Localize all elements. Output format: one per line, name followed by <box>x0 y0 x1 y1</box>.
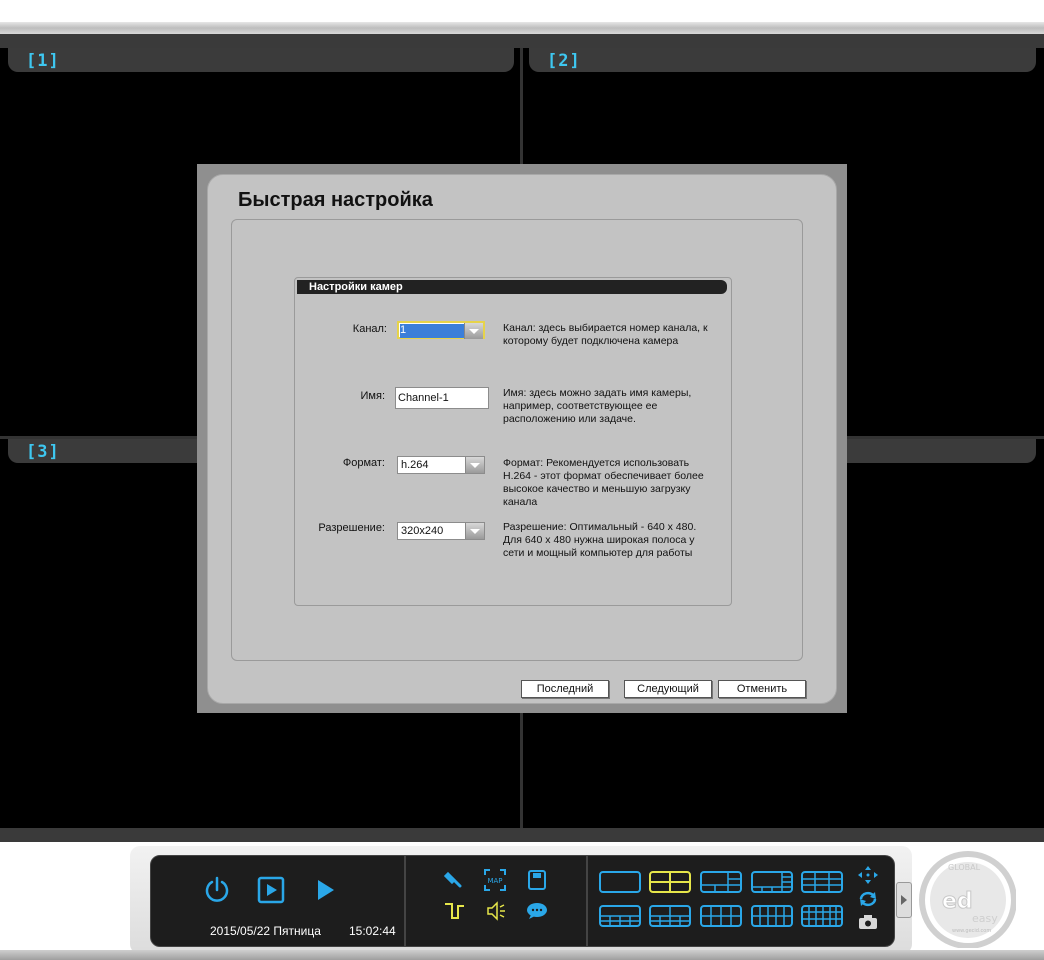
top-bar <box>0 0 1044 22</box>
layout-4x4-icon[interactable] <box>700 905 742 927</box>
camera-label: [1] <box>26 51 60 71</box>
snapshot-icon[interactable] <box>858 914 878 930</box>
resolution-value: 320x240 <box>401 525 444 537</box>
io-pulse-icon[interactable] <box>444 900 466 922</box>
speaker-icon[interactable] <box>486 901 506 921</box>
toolbar-layout-panel <box>587 855 895 947</box>
dialog-body: Быстрая настройка Настройки камер Канал:… <box>207 174 837 704</box>
grid-top-strip <box>0 34 1044 48</box>
camera-label: [2] <box>547 51 581 71</box>
playback-icon[interactable] <box>257 876 285 904</box>
bottom-bar <box>0 950 1044 960</box>
chevron-down-icon[interactable] <box>464 323 483 339</box>
power-icon[interactable] <box>203 876 231 904</box>
next-button[interactable]: Следующий <box>624 680 712 698</box>
layout-2plus8-icon[interactable] <box>649 905 691 927</box>
format-label: Формат: <box>342 457 385 469</box>
dialog-content-panel: Настройки камер Канал: 1 Канал: здесь вы… <box>231 219 803 661</box>
cycle-icon[interactable] <box>858 890 878 908</box>
layout-2x2-icon[interactable] <box>649 871 691 893</box>
channel-description: Канал: здесь выбирается номер канала, к … <box>503 322 708 347</box>
dialog-title: Быстрая настройка <box>238 189 433 211</box>
watermark-logo: GLOBAL ed easy www.gecid.com <box>919 851 1016 948</box>
channel-label: Канал: <box>352 323 387 335</box>
date-display: 2015/05/22 Пятница <box>210 924 321 938</box>
format-value: h.264 <box>401 459 429 471</box>
name-label: Имя: <box>360 390 385 402</box>
layout-3x3-icon[interactable] <box>801 871 843 893</box>
logo-top-text: GLOBAL <box>948 863 981 872</box>
name-description: Имя: здесь можно задать имя камеры, напр… <box>503 387 692 425</box>
chat-icon[interactable] <box>526 902 548 920</box>
logo-main-text: ed <box>942 889 973 914</box>
format-description: Формат: Рекомендуется использовать H.264… <box>503 457 704 508</box>
camera-label: [3] <box>26 442 60 462</box>
quick-setup-dialog: Быстрая настройка Настройки камер Канал:… <box>197 164 847 713</box>
format-select[interactable]: h.264 <box>397 456 485 474</box>
chevron-down-icon[interactable] <box>465 457 484 473</box>
channel-select[interactable]: 1 <box>397 321 485 339</box>
wrench-icon[interactable] <box>444 870 464 890</box>
layout-5x4-icon[interactable] <box>751 905 793 927</box>
layout-1plus7-icon[interactable] <box>751 871 793 893</box>
group-title: Настройки камер <box>297 280 727 294</box>
resolution-description: Разрешение: Оптимальный - 640 x 480. Для… <box>503 521 697 559</box>
play-icon[interactable] <box>314 878 336 902</box>
camera-name-input[interactable] <box>395 387 489 409</box>
cancel-button[interactable]: Отменить <box>718 680 806 698</box>
camera-cell-header: [1] <box>8 48 514 72</box>
top-stripe <box>0 22 1044 34</box>
logo-url-text: www.gecid.com <box>952 928 991 934</box>
layout-6x4-icon[interactable] <box>801 905 843 927</box>
layout-1plus12-icon[interactable] <box>599 905 641 927</box>
map-icon-text: MAP <box>487 877 502 885</box>
grid-bottom-strip <box>0 828 1044 842</box>
save-icon[interactable] <box>528 870 546 890</box>
layout-1plus5-icon[interactable] <box>700 871 742 893</box>
map-icon[interactable]: MAP <box>484 869 506 891</box>
toolbar-expand-arrow[interactable] <box>896 882 912 918</box>
chevron-down-icon[interactable] <box>465 523 484 539</box>
logo-bottom-text: easy <box>972 912 998 925</box>
last-button[interactable]: Последний <box>521 680 609 698</box>
camera-cell-header: [2] <box>529 48 1036 72</box>
camera-settings-group: Настройки камер Канал: 1 Канал: здесь вы… <box>294 277 732 606</box>
resolution-select[interactable]: 320x240 <box>397 522 485 540</box>
channel-value: 1 <box>400 324 466 338</box>
resolution-label: Разрешение: <box>318 522 385 534</box>
layout-1x1-icon[interactable] <box>599 871 641 893</box>
ptz-arrows-icon[interactable] <box>858 866 878 884</box>
time-display: 15:02:44 <box>349 924 396 938</box>
